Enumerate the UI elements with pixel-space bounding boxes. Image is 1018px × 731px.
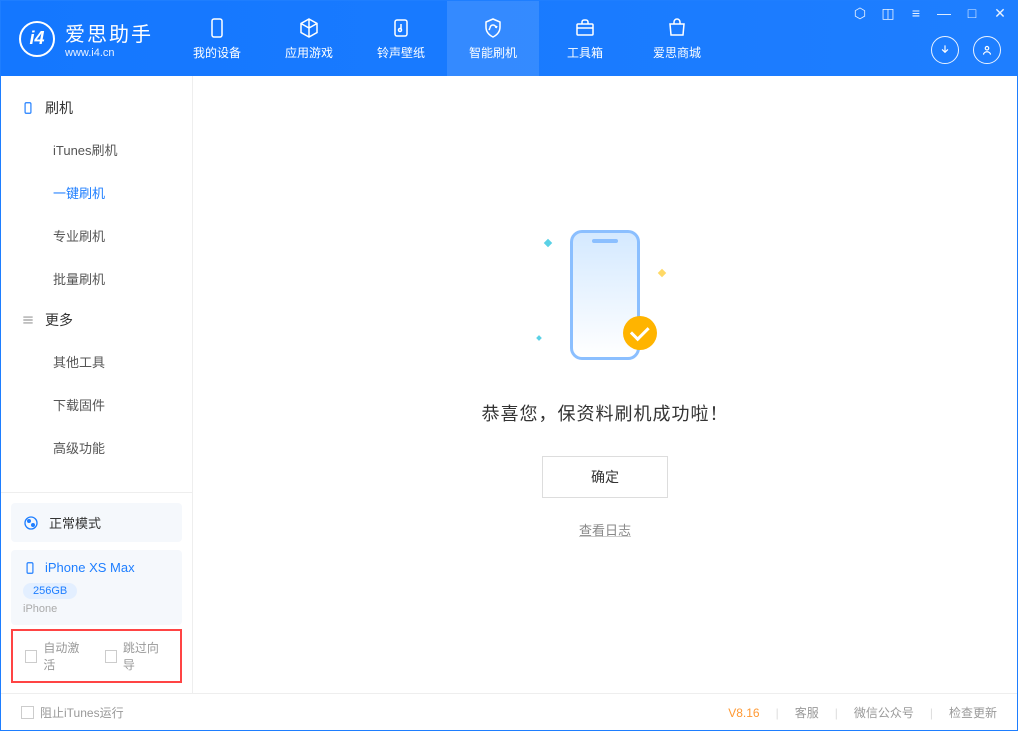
options-row: 自动激活 跳过向导 xyxy=(11,629,182,683)
checkbox-icon xyxy=(105,650,117,663)
nav-tab-flash[interactable]: 智能刷机 xyxy=(447,1,539,76)
lock-icon[interactable]: ◫ xyxy=(879,5,897,22)
shirt-icon[interactable]: ⬡ xyxy=(851,5,869,22)
user-icon[interactable] xyxy=(973,36,1001,64)
device-info-card[interactable]: iPhone XS Max 256GB iPhone xyxy=(11,550,182,625)
refresh-shield-icon xyxy=(481,16,505,40)
nav-tab-toolbox[interactable]: 工具箱 xyxy=(539,1,631,76)
store-icon xyxy=(665,16,689,40)
device-mode-card[interactable]: 正常模式 xyxy=(11,503,182,542)
music-icon xyxy=(389,16,413,40)
window-controls: ⬡ ◫ ≡ — □ ✕ xyxy=(851,5,1009,22)
sidebar-item-other-tools[interactable]: 其他工具 xyxy=(1,340,192,383)
header: i4 爱思助手 www.i4.cn 我的设备 应用游戏 铃声壁纸 智能刷机 工具… xyxy=(1,1,1017,76)
header-right-icons xyxy=(931,36,1001,64)
cube-icon xyxy=(297,16,321,40)
section-flash: 刷机 xyxy=(1,88,192,128)
footer: 阻止iTunes运行 V8.16 | 客服 | 微信公众号 | 检查更新 xyxy=(1,693,1017,731)
nav-tab-device[interactable]: 我的设备 xyxy=(171,1,263,76)
menu-lines-icon xyxy=(21,313,35,327)
sidebar-item-batch-flash[interactable]: 批量刷机 xyxy=(1,257,192,300)
device-type: iPhone xyxy=(23,603,170,615)
phone-icon xyxy=(205,16,229,40)
minimize-icon[interactable]: — xyxy=(935,5,953,22)
storage-badge: 256GB xyxy=(23,583,77,599)
version-label: V8.16 xyxy=(728,706,759,720)
phone-small-icon xyxy=(23,561,37,575)
sidebar-item-download-firmware[interactable]: 下载固件 xyxy=(1,383,192,426)
nav-tabs: 我的设备 应用游戏 铃声壁纸 智能刷机 工具箱 爱思商城 xyxy=(171,1,723,76)
success-check-icon xyxy=(623,316,657,350)
checkbox-icon xyxy=(21,706,34,719)
logo-section: i4 爱思助手 www.i4.cn xyxy=(1,18,171,59)
section-more: 更多 xyxy=(1,300,192,340)
confirm-button[interactable]: 确定 xyxy=(542,456,668,498)
nav-tab-ringtone[interactable]: 铃声壁纸 xyxy=(355,1,447,76)
main-content: 恭喜您，保资料刷机成功啦！ 确定 查看日志 xyxy=(193,76,1017,693)
nav-tab-apps[interactable]: 应用游戏 xyxy=(263,1,355,76)
view-log-link[interactable]: 查看日志 xyxy=(579,520,631,539)
menu-icon[interactable]: ≡ xyxy=(907,5,925,22)
check-update-link[interactable]: 检查更新 xyxy=(949,704,997,721)
toolbox-icon xyxy=(573,16,597,40)
success-illustration xyxy=(545,230,665,370)
logo-icon: i4 xyxy=(19,21,55,57)
checkbox-auto-activate[interactable]: 自动激活 xyxy=(25,639,89,673)
success-message: 恭喜您，保资料刷机成功啦！ xyxy=(482,400,729,426)
checkbox-icon xyxy=(25,650,37,663)
sidebar-item-itunes-flash[interactable]: iTunes刷机 xyxy=(1,128,192,171)
sidebar-item-oneclick-flash[interactable]: 一键刷机 xyxy=(1,171,192,214)
close-icon[interactable]: ✕ xyxy=(991,5,1009,22)
sidebar: 刷机 iTunes刷机 一键刷机 专业刷机 批量刷机 更多 其他工具 下载固件 … xyxy=(1,76,193,693)
device-panel: 正常模式 iPhone XS Max 256GB iPhone 自动激活 跳过向… xyxy=(1,492,192,693)
maximize-icon[interactable]: □ xyxy=(963,5,981,22)
support-link[interactable]: 客服 xyxy=(795,704,819,721)
nav-tab-store[interactable]: 爱思商城 xyxy=(631,1,723,76)
app-name: 爱思助手 xyxy=(65,18,153,47)
checkbox-skip-guide[interactable]: 跳过向导 xyxy=(105,639,169,673)
sidebar-item-advanced[interactable]: 高级功能 xyxy=(1,426,192,469)
sidebar-item-pro-flash[interactable]: 专业刷机 xyxy=(1,214,192,257)
device-icon xyxy=(21,101,35,115)
wechat-link[interactable]: 微信公众号 xyxy=(854,704,914,721)
download-icon[interactable] xyxy=(931,36,959,64)
device-name: iPhone XS Max xyxy=(45,560,135,575)
app-url: www.i4.cn xyxy=(65,47,153,59)
mode-icon xyxy=(23,515,39,531)
checkbox-block-itunes[interactable]: 阻止iTunes运行 xyxy=(21,704,124,721)
